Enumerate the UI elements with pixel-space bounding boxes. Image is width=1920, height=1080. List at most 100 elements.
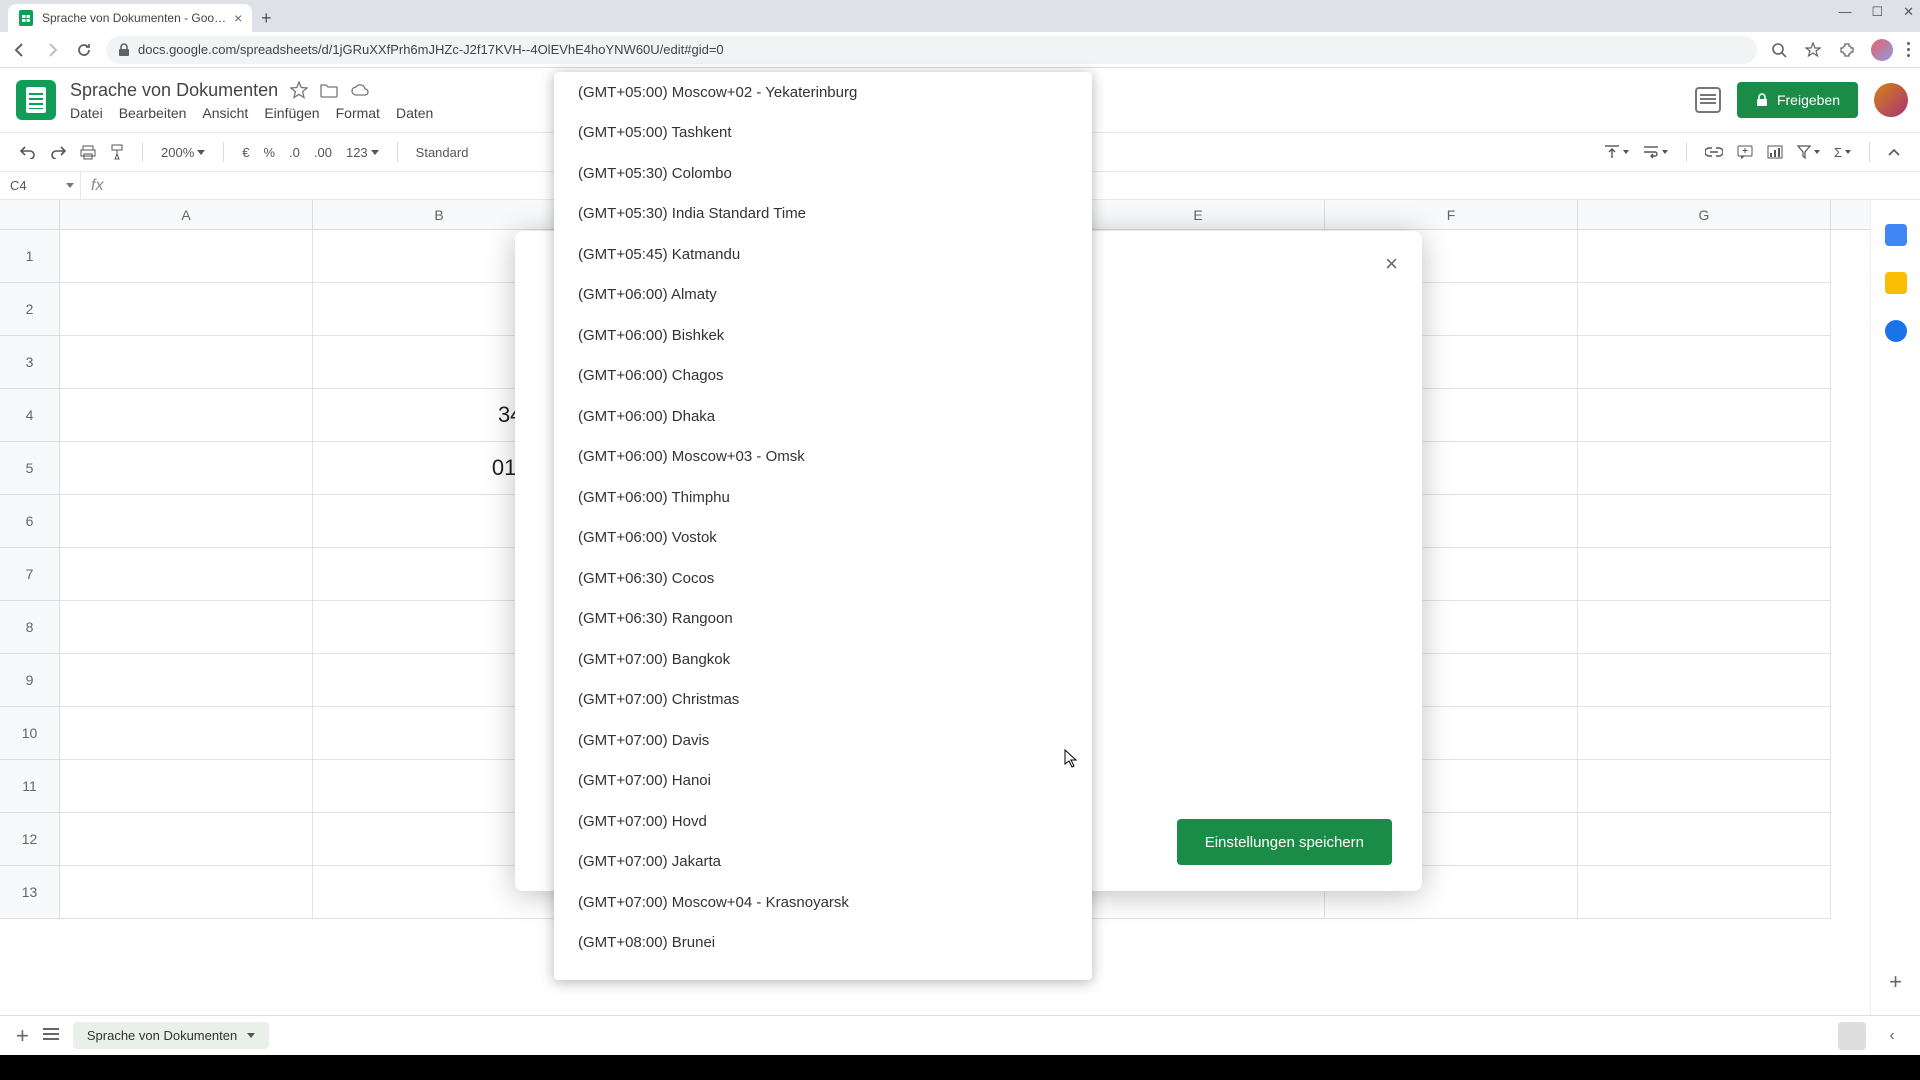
calendar-addon-icon[interactable] <box>1885 224 1907 246</box>
comments-icon[interactable] <box>1695 87 1721 113</box>
tab-close-icon[interactable]: × <box>234 10 242 26</box>
cell[interactable] <box>1578 707 1831 760</box>
timezone-option[interactable]: (GMT+06:00) Dhaka <box>554 396 1092 437</box>
url-field[interactable]: docs.google.com/spreadsheets/d/1jGRuXXfP… <box>106 36 1757 64</box>
currency-button[interactable]: € <box>242 145 249 160</box>
row-header[interactable]: 4 <box>0 389 60 442</box>
back-icon[interactable] <box>10 40 30 60</box>
zoom-indicator-icon[interactable] <box>1769 40 1789 60</box>
timezone-list[interactable]: (GMT+05:00) Moscow+02 - Yekaterinburg (GM… <box>554 72 1092 980</box>
row-header[interactable]: 2 <box>0 283 60 336</box>
insert-comment-icon[interactable] <box>1737 145 1753 159</box>
menu-datei[interactable]: Datei <box>70 105 103 121</box>
sheets-logo-icon[interactable] <box>16 80 56 120</box>
col-header[interactable]: F <box>1325 200 1578 229</box>
browser-tab[interactable]: Sprache von Dokumenten - Goo… × <box>8 4 252 32</box>
font-select[interactable]: Standard <box>416 145 469 160</box>
cell[interactable] <box>60 654 313 707</box>
decrease-decimal-button[interactable]: .0 <box>289 145 300 160</box>
timezone-option[interactable]: (GMT+05:00) Moscow+02 - Yekaterinburg <box>554 72 1092 113</box>
timezone-option[interactable]: (GMT+07:00) Moscow+04 - Krasnoyarsk <box>554 882 1092 923</box>
print-icon[interactable] <box>80 144 96 160</box>
cell[interactable] <box>1578 813 1831 866</box>
text-wrap-icon[interactable] <box>1643 145 1668 159</box>
increase-decimal-button[interactable]: .00 <box>314 145 332 160</box>
window-close-icon[interactable]: ✕ <box>1903 4 1914 20</box>
cell[interactable] <box>60 813 313 866</box>
row-header[interactable]: 10 <box>0 707 60 760</box>
cell[interactable] <box>60 442 313 495</box>
cell[interactable] <box>60 548 313 601</box>
timezone-option[interactable]: (GMT+06:00) Chagos <box>554 356 1092 397</box>
tasks-addon-icon[interactable] <box>1885 320 1907 342</box>
cell[interactable] <box>60 283 313 336</box>
explore-button[interactable] <box>1838 1022 1866 1050</box>
col-header[interactable]: A <box>60 200 313 229</box>
timezone-option[interactable]: (GMT+07:00) Hovd <box>554 801 1092 842</box>
side-panel-toggle-icon[interactable]: ‹ <box>1880 1027 1904 1045</box>
name-box[interactable]: C4 <box>0 178 80 193</box>
star-icon[interactable] <box>290 81 308 99</box>
cloud-status-icon[interactable] <box>350 83 370 97</box>
insert-link-icon[interactable] <box>1705 147 1723 157</box>
row-header[interactable]: 12 <box>0 813 60 866</box>
window-minimize-icon[interactable]: — <box>1838 4 1851 20</box>
row-header[interactable]: 5 <box>0 442 60 495</box>
col-header[interactable]: G <box>1578 200 1831 229</box>
cell[interactable] <box>1578 389 1831 442</box>
new-tab-button[interactable]: + <box>252 4 280 32</box>
timezone-option[interactable]: (GMT+06:00) Almaty <box>554 275 1092 316</box>
cell[interactable] <box>60 336 313 389</box>
timezone-option[interactable]: (GMT+07:00) Bangkok <box>554 639 1092 680</box>
close-icon[interactable]: × <box>1385 251 1398 277</box>
timezone-option[interactable]: (GMT+06:00) Vostok <box>554 518 1092 559</box>
paint-format-icon[interactable] <box>110 144 124 160</box>
timezone-option[interactable]: (GMT+08:00) Brunei <box>554 923 1092 964</box>
timezone-option[interactable]: (GMT+05:30) India Standard Time <box>554 194 1092 235</box>
cell[interactable] <box>60 230 313 283</box>
col-header[interactable]: B <box>313 200 566 229</box>
bookmark-star-icon[interactable] <box>1803 40 1823 60</box>
redo-icon[interactable] <box>50 145 66 159</box>
row-header[interactable]: 3 <box>0 336 60 389</box>
cell[interactable] <box>1578 866 1831 919</box>
timezone-option[interactable]: (GMT+07:00) Christmas <box>554 680 1092 721</box>
timezone-option[interactable]: (GMT+05:45) Katmandu <box>554 234 1092 275</box>
timezone-option[interactable]: (GMT+06:00) Thimphu <box>554 477 1092 518</box>
cell[interactable] <box>60 601 313 654</box>
filter-icon[interactable] <box>1797 145 1820 159</box>
all-sheets-icon[interactable] <box>43 1027 59 1045</box>
chrome-menu-icon[interactable] <box>1907 42 1910 57</box>
timezone-option[interactable]: (GMT+06:00) Moscow+03 - Omsk <box>554 437 1092 478</box>
profile-avatar-icon[interactable] <box>1871 39 1893 61</box>
cell[interactable] <box>60 866 313 919</box>
account-avatar-icon[interactable] <box>1874 83 1908 117</box>
cell[interactable] <box>1578 495 1831 548</box>
cell[interactable] <box>60 707 313 760</box>
functions-icon[interactable]: Σ <box>1834 145 1851 160</box>
number-format-select[interactable]: 123 <box>346 145 379 160</box>
select-all-corner[interactable] <box>0 200 60 229</box>
timezone-option[interactable]: (GMT+07:00) Jakarta <box>554 842 1092 883</box>
add-sheet-button[interactable]: + <box>16 1023 29 1049</box>
menu-bearbeiten[interactable]: Bearbeiten <box>119 105 187 121</box>
document-title[interactable]: Sprache von Dokumenten <box>70 80 278 101</box>
col-header[interactable]: E <box>1072 200 1325 229</box>
timezone-option[interactable]: (GMT+06:30) Cocos <box>554 558 1092 599</box>
reload-icon[interactable] <box>74 40 94 60</box>
vertical-align-icon[interactable] <box>1604 144 1629 160</box>
cell[interactable] <box>60 495 313 548</box>
zoom-select[interactable]: 200% <box>161 145 205 160</box>
cell[interactable] <box>1578 230 1831 283</box>
cell[interactable] <box>1578 548 1831 601</box>
row-header[interactable]: 8 <box>0 601 60 654</box>
share-button[interactable]: Freigeben <box>1737 82 1858 118</box>
undo-icon[interactable] <box>20 145 36 159</box>
cell[interactable] <box>1578 601 1831 654</box>
forward-icon[interactable] <box>42 40 62 60</box>
collapse-toolbar-icon[interactable] <box>1888 148 1900 156</box>
timezone-option[interactable]: (GMT+06:30) Rangoon <box>554 599 1092 640</box>
cell[interactable] <box>1578 336 1831 389</box>
cell[interactable] <box>1578 654 1831 707</box>
cell[interactable] <box>1578 283 1831 336</box>
